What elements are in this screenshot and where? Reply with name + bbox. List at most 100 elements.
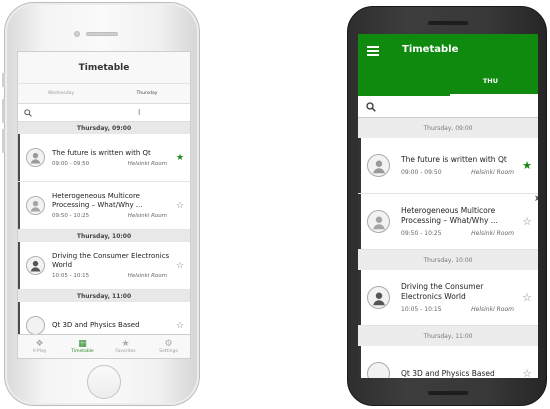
session-room: Helsinki Room [471, 230, 514, 237]
session-row[interactable]: Heterogeneous Multicore Processing – Wha… [358, 194, 538, 250]
stage: Timetable Wednesday Thursday I Thursday,… [0, 0, 550, 409]
section-header: Thursday, 10:00 [358, 250, 538, 270]
tabbar-label: Settings [159, 349, 178, 354]
iphone-home-button[interactable] [87, 365, 121, 399]
tabbar-label: Timetable [71, 349, 94, 354]
track-indicator [358, 138, 361, 193]
search-icon [366, 101, 376, 112]
session-time: 09:00 - 09:50 [401, 169, 442, 176]
session-row[interactable]: The future is written with Qt 09:00 - 09… [18, 134, 190, 182]
iphone-volume-up [2, 99, 5, 123]
favorite-star-outline-icon[interactable]: ☆ [173, 261, 187, 271]
android-app-bar: Timetable THU [358, 34, 538, 96]
session-row[interactable]: Driving the Consumer Electronics World 1… [358, 270, 538, 326]
hamburger-menu-icon[interactable] [367, 46, 379, 56]
speaker-avatar [26, 196, 45, 215]
session-details: Qt 3D and Physics Based [401, 369, 518, 379]
speaker-avatar [26, 316, 45, 335]
ios-screen: Timetable Wednesday Thursday I Thursday,… [17, 51, 191, 359]
ios-day-tabs: Wednesday Thursday [18, 84, 190, 104]
favorite-star-icon[interactable]: ★ [173, 153, 187, 163]
iphone-volume-down [2, 129, 5, 153]
session-room: Helsinki Room [127, 273, 167, 279]
session-details: Heterogeneous Multicore Processing – Wha… [401, 206, 518, 237]
session-details: Qt 3D and Physics Based [52, 321, 173, 330]
tab-wednesday[interactable]: Wednesday [18, 91, 104, 96]
star-icon: ★ [121, 339, 130, 349]
speaker-avatar [367, 286, 390, 309]
favorite-star-icon[interactable]: ★ [518, 159, 536, 172]
android-device: Timetable THU Thursday, 09:00 The future… [347, 6, 547, 406]
session-details: Heterogeneous Multicore Processing – Wha… [52, 192, 173, 219]
section-header: Thursday, 11:00 [358, 326, 538, 346]
vplay-icon: ❖ [35, 339, 44, 349]
session-row[interactable]: Qt 3D and Physics Based ☆ [358, 346, 538, 378]
speaker-avatar [367, 210, 390, 233]
android-top-speaker [428, 21, 468, 25]
tabbar-item-favorites[interactable]: ★ Favorites [104, 335, 147, 358]
android-screen: Timetable THU Thursday, 09:00 The future… [358, 34, 538, 378]
session-time: 09:50 - 10:25 [52, 213, 90, 219]
session-time: 10:05 - 10:15 [52, 273, 90, 279]
session-room: Helsinki Room [471, 169, 514, 176]
iphone-camera [74, 31, 80, 37]
session-time: 10:05 - 10:15 [401, 306, 442, 313]
favorite-star-outline-icon[interactable]: ☆ [173, 201, 187, 211]
ios-tab-bar: ❖ V-Play ▦ Timetable ★ Favorites ⚙ Setti… [18, 334, 190, 358]
session-time: 09:50 - 10:25 [401, 230, 442, 237]
session-details: The future is written with Qt 09:00 - 09… [52, 149, 173, 167]
session-details: Driving the Consumer Electronics World 1… [52, 252, 173, 279]
speaker-avatar [367, 362, 390, 378]
tabbar-item-timetable[interactable]: ▦ Timetable [61, 335, 104, 358]
section-header: Thursday, 10:00 [18, 230, 190, 242]
favorite-star-outline-icon[interactable]: ☆ [173, 321, 187, 331]
favorite-star-outline-icon[interactable]: ☆ [518, 215, 536, 228]
gear-icon: ⚙ [164, 339, 173, 349]
track-indicator [358, 194, 361, 249]
search-icon [24, 108, 32, 117]
calendar-icon: ▦ [78, 339, 87, 349]
session-row[interactable]: Heterogeneous Multicore Processing – Wha… [18, 182, 190, 230]
tabbar-item-vplay[interactable]: ❖ V-Play [18, 335, 61, 358]
track-indicator [18, 242, 20, 289]
iphone-speaker [86, 32, 118, 36]
session-row[interactable]: Driving the Consumer Electronics World 1… [18, 242, 190, 290]
iphone-mute-switch [2, 73, 5, 87]
text-cursor-icon: I [138, 108, 141, 117]
section-header: Thursday, 09:00 [358, 118, 538, 138]
ios-navbar-title: Timetable [18, 52, 190, 84]
session-row[interactable]: The future is written with Qt 09:00 - 09… [358, 138, 538, 194]
speaker-avatar [26, 148, 45, 167]
tabbar-label: V-Play [32, 349, 47, 354]
favorite-star-outline-icon[interactable]: ☆ [518, 291, 536, 304]
tabbar-item-settings[interactable]: ⚙ Settings [147, 335, 190, 358]
track-indicator [18, 182, 20, 229]
tabbar-label: Favorites [115, 349, 136, 354]
iphone-device: Timetable Wednesday Thursday I Thursday,… [2, 2, 200, 406]
speaker-avatar [367, 154, 390, 177]
session-details: The future is written with Qt 09:00 - 09… [401, 155, 518, 176]
track-indicator [358, 270, 361, 325]
android-bottom-speaker [428, 391, 468, 395]
session-room: Helsinki Room [127, 213, 167, 219]
android-search-bar[interactable] [358, 96, 538, 118]
track-indicator [18, 134, 20, 181]
tab-thursday[interactable]: THU [483, 77, 498, 85]
session-title: Qt 3D and Physics Based [401, 368, 495, 378]
session-room: Helsinki Room [127, 160, 167, 167]
track-indicator [358, 346, 361, 378]
tab-indicator [450, 94, 538, 96]
session-title: Qt 3D and Physics Based [52, 321, 140, 329]
section-header: Thursday, 09:00 [18, 122, 190, 134]
session-title: Driving the Consumer Electronics World [401, 282, 484, 301]
session-title: The future is written with Qt [52, 148, 151, 157]
speaker-avatar [26, 256, 45, 275]
session-room: Helsinki Room [471, 306, 514, 313]
page-title: Timetable [402, 44, 459, 55]
favorite-star-outline-icon[interactable]: ☆ [518, 367, 536, 378]
tab-thursday[interactable]: Thursday [104, 91, 190, 96]
session-title: Heterogeneous Multicore Processing – Wha… [52, 192, 143, 209]
session-title: Driving the Consumer Electronics World [52, 252, 170, 269]
mouse-pointer-icon: ➤ [534, 194, 538, 204]
ios-search-bar[interactable]: I [18, 104, 190, 122]
